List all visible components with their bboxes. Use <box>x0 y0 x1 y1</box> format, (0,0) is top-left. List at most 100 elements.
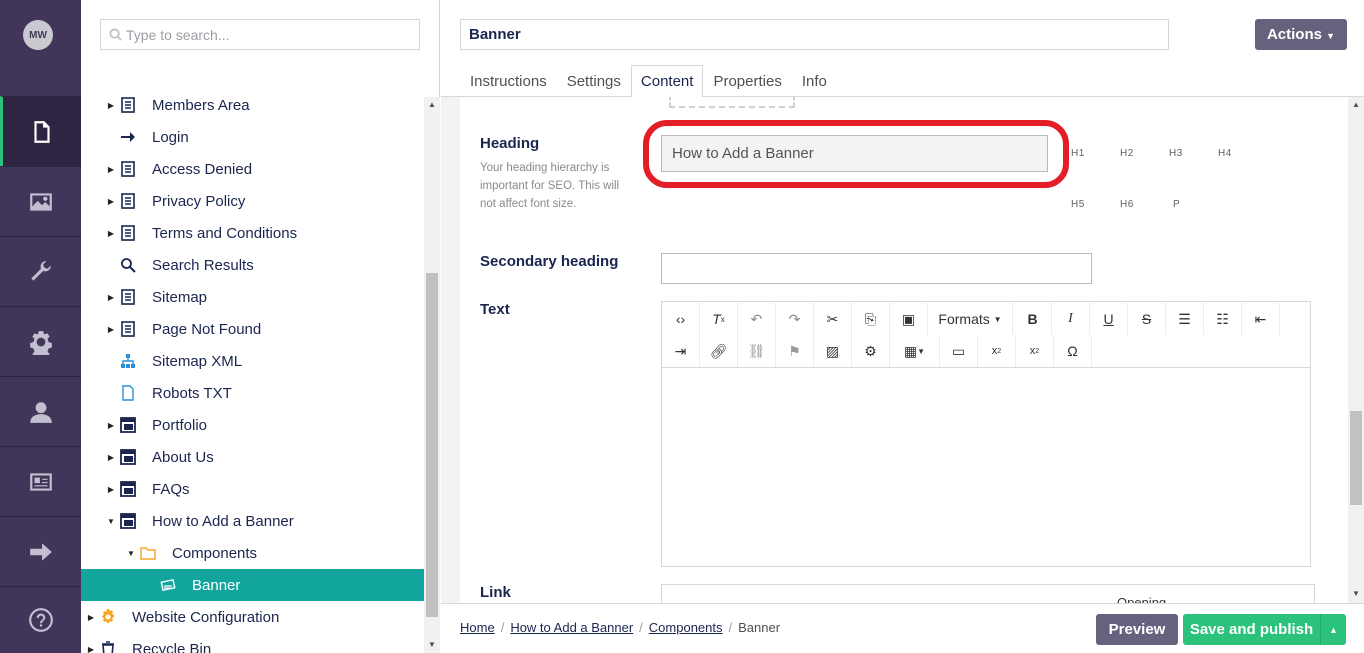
caret-right-icon[interactable]: ▶ <box>106 197 116 206</box>
secondary-heading-input[interactable] <box>661 253 1092 284</box>
bullet-list-icon[interactable]: ☰ <box>1166 303 1204 335</box>
source-code-icon[interactable]: ‹› <box>662 303 700 335</box>
nav-help[interactable] <box>0 586 81 653</box>
tab-properties[interactable]: Properties <box>703 65 791 97</box>
paste-icon[interactable]: ▣ <box>890 303 928 335</box>
tree-node[interactable]: ▶ Members Area <box>81 89 424 121</box>
caret-right-icon[interactable]: ▶ <box>86 645 96 653</box>
nav-media[interactable] <box>0 166 81 236</box>
tree-node[interactable]: ▶ Access Denied <box>81 153 424 185</box>
tree-search-input[interactable] <box>126 26 406 43</box>
insert-image-icon[interactable]: ▨ <box>814 335 852 367</box>
breadcrumb-how-to-add-a-banner[interactable]: How to Add a Banner <box>510 620 633 635</box>
heading-level-h1[interactable]: H1 <box>1071 148 1085 159</box>
heading-level-p[interactable]: P <box>1173 199 1180 210</box>
scroll-up-arrow[interactable]: ▲ <box>1352 100 1360 109</box>
cut-icon[interactable]: ✂ <box>814 303 852 335</box>
superscript-icon[interactable]: x2 <box>1016 335 1054 367</box>
special-character-icon[interactable]: Ω <box>1054 335 1092 367</box>
clear-formatting-icon[interactable]: Tx <box>700 303 738 335</box>
embed-icon[interactable]: ▭ <box>940 335 978 367</box>
bold-icon[interactable]: B <box>1014 303 1052 335</box>
rte-editing-area[interactable] <box>662 369 1310 566</box>
scroll-down-arrow[interactable]: ▼ <box>1352 589 1360 598</box>
caret-right-icon[interactable]: ▶ <box>106 485 116 494</box>
tab-content[interactable]: Content <box>630 65 704 98</box>
indent-icon[interactable]: ⇥ <box>662 335 700 367</box>
link-picker[interactable]: Opening <box>661 584 1315 603</box>
heading-level-h4[interactable]: H4 <box>1218 148 1232 159</box>
actions-button[interactable]: Actions ▼ <box>1255 19 1347 50</box>
tree-scrollbar[interactable]: ▲ ▼ <box>424 97 440 653</box>
tab-instructions[interactable]: Instructions <box>460 65 557 97</box>
tree-node[interactable]: Sitemap XML <box>81 345 424 377</box>
preview-button[interactable]: Preview <box>1096 614 1178 645</box>
tree-node[interactable]: Login <box>81 121 424 153</box>
caret-right-icon[interactable]: ▶ <box>106 325 116 334</box>
node-name-input[interactable] <box>460 19 1169 50</box>
caret-right-icon[interactable]: ▶ <box>86 613 96 622</box>
caret-right-icon[interactable]: ▶ <box>106 293 116 302</box>
redo-icon[interactable]: ↷ <box>776 303 814 335</box>
caret-right-icon[interactable]: ▶ <box>106 165 116 174</box>
unlink-icon[interactable]: ⛓︎ <box>738 335 776 367</box>
tree-search[interactable] <box>100 19 420 50</box>
strikethrough-icon[interactable]: S <box>1128 303 1166 335</box>
outdent-icon[interactable]: ⇤ <box>1242 303 1280 335</box>
nav-content[interactable] <box>0 96 81 166</box>
tree-node[interactable]: ▶ FAQs <box>81 473 424 505</box>
caret-down-icon[interactable]: ▼ <box>126 549 136 558</box>
heading-level-h3[interactable]: H3 <box>1169 148 1183 159</box>
link-icon[interactable]: 🔗︎ <box>700 335 738 367</box>
tree-node[interactable]: ▶ About Us <box>81 441 424 473</box>
underline-icon[interactable]: U <box>1090 303 1128 335</box>
heading-level-h2[interactable]: H2 <box>1120 148 1134 159</box>
tab-settings[interactable]: Settings <box>557 65 631 97</box>
table-icon[interactable]: ▦ ▼ <box>890 335 940 367</box>
tree-node[interactable]: ▶ Page Not Found <box>81 313 424 345</box>
publish-options-button[interactable]: ▲ <box>1320 614 1346 645</box>
tree-node[interactable]: ▼ How to Add a Banner <box>81 505 424 537</box>
subscript-icon[interactable]: x2 <box>978 335 1016 367</box>
breadcrumb-home[interactable]: Home <box>460 620 495 635</box>
tree-node[interactable]: ▶ Recycle Bin <box>81 633 424 653</box>
nav-developer[interactable] <box>0 306 81 376</box>
nav-settings[interactable] <box>0 236 81 306</box>
heading-level-h6[interactable]: H6 <box>1120 199 1134 210</box>
undo-icon[interactable]: ↶ <box>738 303 776 335</box>
heading-input[interactable] <box>661 135 1048 172</box>
tree-node[interactable]: ▶ Portfolio <box>81 409 424 441</box>
caret-right-icon[interactable]: ▶ <box>106 453 116 462</box>
italic-icon[interactable]: I <box>1052 303 1090 335</box>
tree-node[interactable]: ▼ Components <box>81 537 424 569</box>
numbered-list-icon[interactable]: ☷ <box>1204 303 1242 335</box>
tree-node[interactable]: ▶ Privacy Policy <box>81 185 424 217</box>
formats-dropdown[interactable]: Formats ▼ <box>928 303 1013 335</box>
tree-node[interactable]: ▶ Website Configuration <box>81 601 424 633</box>
scroll-up-arrow[interactable]: ▲ <box>428 100 436 109</box>
breadcrumb-components[interactable]: Components <box>649 620 723 635</box>
caret-right-icon[interactable]: ▶ <box>106 101 116 110</box>
caret-down-icon[interactable]: ▼ <box>106 517 116 526</box>
anchor-icon[interactable]: ⚑ <box>776 335 814 367</box>
heading-level-h5[interactable]: H5 <box>1071 199 1085 210</box>
caret-right-icon[interactable]: ▶ <box>106 229 116 238</box>
avatar[interactable]: MW <box>23 20 53 50</box>
editor-scrollbar[interactable]: ▲ ▼ <box>1348 97 1364 603</box>
scroll-thumb[interactable] <box>1350 411 1362 505</box>
scroll-down-arrow[interactable]: ▼ <box>428 640 436 649</box>
nav-forms[interactable] <box>0 516 81 586</box>
tree-node[interactable]: ▶ Terms and Conditions <box>81 217 424 249</box>
tree-node[interactable]: ▶ Sitemap <box>81 281 424 313</box>
nav-members[interactable] <box>0 446 81 516</box>
macro-icon[interactable]: ⚙ <box>852 335 890 367</box>
scroll-thumb[interactable] <box>426 273 438 617</box>
copy-icon[interactable]: ⎘ <box>852 303 890 335</box>
save-and-publish-button[interactable]: Save and publish <box>1183 614 1320 645</box>
tree-node[interactable]: Robots TXT <box>81 377 424 409</box>
caret-right-icon[interactable]: ▶ <box>106 421 116 430</box>
nav-users[interactable] <box>0 376 81 446</box>
tree-node[interactable]: Search Results <box>81 249 424 281</box>
tree-node[interactable]: Banner <box>81 569 424 601</box>
tab-info[interactable]: Info <box>792 65 837 97</box>
